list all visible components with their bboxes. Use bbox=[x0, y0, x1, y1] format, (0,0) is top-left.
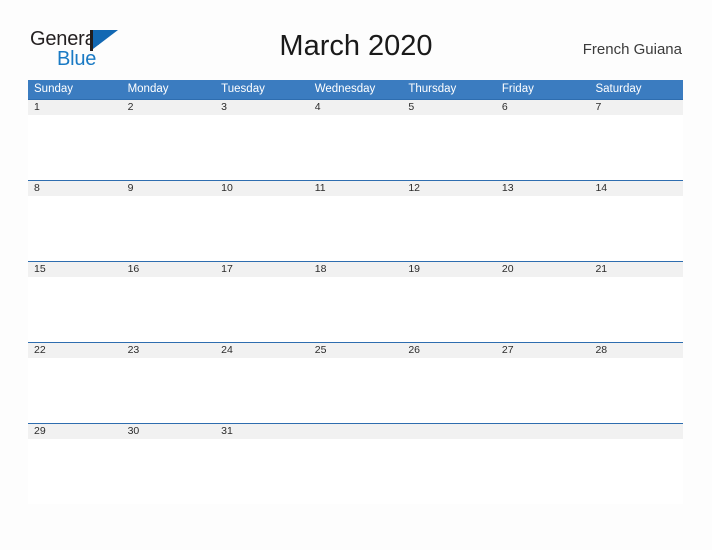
day-number[interactable]: 1 bbox=[28, 100, 122, 115]
week-day-numbers: 8 9 10 11 12 13 14 bbox=[28, 181, 683, 196]
day-number[interactable]: 26 bbox=[402, 343, 496, 358]
day-note-cell[interactable] bbox=[215, 439, 309, 504]
day-note-cell[interactable] bbox=[496, 358, 590, 423]
day-note-cell[interactable] bbox=[122, 358, 216, 423]
day-note-cell[interactable] bbox=[28, 196, 122, 261]
day-number[interactable]: 21 bbox=[589, 262, 683, 277]
day-note-cell[interactable] bbox=[309, 196, 403, 261]
day-number[interactable]: 4 bbox=[309, 100, 403, 115]
day-note-cell[interactable] bbox=[215, 358, 309, 423]
week-note-area bbox=[28, 115, 683, 180]
week-day-numbers: 1 2 3 4 5 6 7 bbox=[28, 100, 683, 115]
day-number[interactable]: 18 bbox=[309, 262, 403, 277]
day-note-cell[interactable] bbox=[496, 115, 590, 180]
day-number[interactable]: 11 bbox=[309, 181, 403, 196]
day-note-cell[interactable] bbox=[496, 196, 590, 261]
day-number[interactable]: 10 bbox=[215, 181, 309, 196]
locale-label: French Guiana bbox=[582, 41, 682, 58]
day-note-cell[interactable] bbox=[309, 358, 403, 423]
weekday-monday: Monday bbox=[127, 83, 169, 95]
day-note-cell[interactable] bbox=[589, 358, 683, 423]
week-day-numbers: 15 16 17 18 19 20 21 bbox=[28, 262, 683, 277]
week-note-area bbox=[28, 439, 683, 504]
day-number[interactable]: 30 bbox=[122, 424, 216, 439]
day-number[interactable]: 13 bbox=[496, 181, 590, 196]
weekday-tuesday: Tuesday bbox=[221, 83, 265, 95]
day-note-cell[interactable] bbox=[215, 277, 309, 342]
day-number[interactable]: 9 bbox=[122, 181, 216, 196]
day-number[interactable]: 28 bbox=[589, 343, 683, 358]
day-number bbox=[309, 424, 403, 439]
day-number[interactable]: 12 bbox=[402, 181, 496, 196]
weekday-header-row: Sunday Monday Tuesday Wednesday Thursday… bbox=[28, 80, 683, 99]
day-note-cell[interactable] bbox=[122, 115, 216, 180]
day-note-cell[interactable] bbox=[589, 277, 683, 342]
day-note-cell[interactable] bbox=[28, 439, 122, 504]
day-number bbox=[496, 424, 590, 439]
day-note-cell[interactable] bbox=[402, 277, 496, 342]
week-day-numbers: 22 23 24 25 26 27 28 bbox=[28, 343, 683, 358]
day-number[interactable]: 6 bbox=[496, 100, 590, 115]
weekday-friday: Friday bbox=[501, 83, 534, 95]
calendar-grid: Sunday Monday Tuesday Wednesday Thursday… bbox=[28, 80, 683, 504]
calendar-page: General Blue March 2020 French Guiana Su… bbox=[0, 0, 712, 550]
weekday-thursday: Thursday bbox=[408, 83, 457, 95]
day-note-cell[interactable] bbox=[215, 196, 309, 261]
day-note-cell bbox=[496, 439, 590, 504]
day-number[interactable]: 14 bbox=[589, 181, 683, 196]
day-number bbox=[402, 424, 496, 439]
day-number[interactable]: 20 bbox=[496, 262, 590, 277]
day-note-cell bbox=[309, 439, 403, 504]
week-row: 29 30 31 bbox=[28, 423, 683, 504]
day-note-cell[interactable] bbox=[309, 115, 403, 180]
day-note-cell[interactable] bbox=[589, 115, 683, 180]
day-number[interactable]: 25 bbox=[309, 343, 403, 358]
day-note-cell[interactable] bbox=[122, 277, 216, 342]
week-row: 1 2 3 4 5 6 7 bbox=[28, 99, 683, 180]
day-number[interactable]: 23 bbox=[122, 343, 216, 358]
day-number[interactable]: 7 bbox=[589, 100, 683, 115]
day-number[interactable]: 3 bbox=[215, 100, 309, 115]
day-note-cell[interactable] bbox=[122, 196, 216, 261]
day-number[interactable]: 27 bbox=[496, 343, 590, 358]
week-note-area bbox=[28, 277, 683, 342]
day-number bbox=[589, 424, 683, 439]
day-number[interactable]: 17 bbox=[215, 262, 309, 277]
day-note-cell[interactable] bbox=[122, 439, 216, 504]
day-number[interactable]: 29 bbox=[28, 424, 122, 439]
day-note-cell bbox=[402, 439, 496, 504]
day-number[interactable]: 15 bbox=[28, 262, 122, 277]
day-note-cell[interactable] bbox=[496, 277, 590, 342]
day-number[interactable]: 31 bbox=[215, 424, 309, 439]
day-number[interactable]: 24 bbox=[215, 343, 309, 358]
week-day-numbers: 29 30 31 bbox=[28, 424, 683, 439]
day-note-cell[interactable] bbox=[28, 115, 122, 180]
week-row: 22 23 24 25 26 27 28 bbox=[28, 342, 683, 423]
day-number[interactable]: 5 bbox=[402, 100, 496, 115]
day-note-cell[interactable] bbox=[215, 115, 309, 180]
day-number[interactable]: 19 bbox=[402, 262, 496, 277]
week-row: 15 16 17 18 19 20 21 bbox=[28, 261, 683, 342]
day-note-cell[interactable] bbox=[28, 277, 122, 342]
weekday-sunday: Sunday bbox=[34, 83, 74, 95]
weekday-wednesday: Wednesday bbox=[314, 83, 376, 95]
day-number[interactable]: 8 bbox=[28, 181, 122, 196]
day-note-cell[interactable] bbox=[402, 115, 496, 180]
page-header: General Blue March 2020 French Guiana bbox=[0, 0, 712, 80]
day-note-cell[interactable] bbox=[309, 277, 403, 342]
day-note-cell[interactable] bbox=[402, 358, 496, 423]
day-number[interactable]: 16 bbox=[122, 262, 216, 277]
week-note-area bbox=[28, 358, 683, 423]
day-number[interactable]: 2 bbox=[122, 100, 216, 115]
week-row: 8 9 10 11 12 13 14 bbox=[28, 180, 683, 261]
day-note-cell bbox=[589, 439, 683, 504]
day-number[interactable]: 22 bbox=[28, 343, 122, 358]
weekday-saturday: Saturday bbox=[595, 83, 642, 95]
day-note-cell[interactable] bbox=[28, 358, 122, 423]
day-note-cell[interactable] bbox=[589, 196, 683, 261]
week-note-area bbox=[28, 196, 683, 261]
day-note-cell[interactable] bbox=[402, 196, 496, 261]
